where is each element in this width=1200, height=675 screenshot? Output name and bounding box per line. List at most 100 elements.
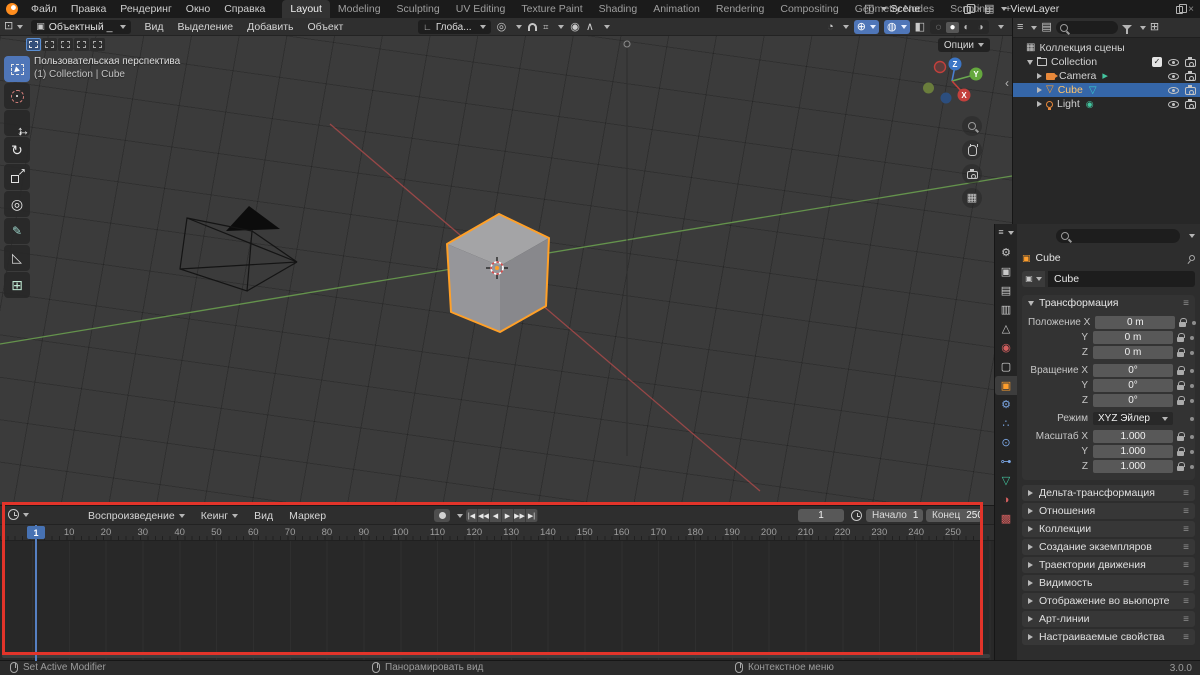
nav-camera-view-button[interactable] [962, 164, 982, 184]
close-icon[interactable]: × [1188, 4, 1194, 15]
outliner-row-camera[interactable]: Camera▸ [1013, 69, 1200, 83]
proportional-editing-icon[interactable]: ◉ [570, 22, 580, 33]
panel-relations[interactable]: Отношения≡ [1022, 503, 1195, 519]
tool-measure[interactable] [4, 245, 30, 271]
nav-zoom-button[interactable] [962, 116, 982, 136]
transform-panel-header[interactable]: Трансформация ≡ [1022, 295, 1195, 311]
camera-object[interactable] [180, 206, 297, 291]
disclosure-icon[interactable] [1027, 60, 1033, 65]
panel-visibility[interactable]: Видимость≡ [1022, 575, 1195, 591]
editor-type-button[interactable]: ⊡ [0, 18, 27, 36]
lock-icon[interactable] [1177, 352, 1184, 357]
timeline-menu-view[interactable]: Вид [246, 510, 281, 522]
properties-search[interactable] [1056, 229, 1180, 243]
xray-toggle-icon[interactable]: ◧ [915, 22, 925, 33]
select-mode-set[interactable] [26, 38, 41, 51]
drag-handle-icon[interactable]: ≡ [1183, 596, 1189, 607]
nav-ortho-grid-button[interactable]: ▦ [962, 188, 982, 208]
pivot-point-icon[interactable]: ◎ [497, 22, 507, 33]
frame-end-field[interactable]: Конец 250 [926, 509, 982, 522]
play-button[interactable]: ▶ [502, 509, 514, 522]
tab-layout[interactable]: Layout [282, 0, 330, 18]
property-field-rotation-y[interactable]: 0° [1093, 379, 1173, 392]
checkbox-control[interactable] [1152, 57, 1162, 67]
drag-handle-icon[interactable]: ≡ [1183, 506, 1189, 517]
eye-icon[interactable] [1168, 59, 1179, 66]
shading-rendered-icon[interactable]: ◑ [974, 22, 987, 33]
blender-logo-icon[interactable] [6, 3, 18, 15]
menu-select[interactable]: Выделение [170, 21, 240, 33]
cube-object[interactable] [447, 214, 549, 332]
tool-select-box[interactable] [4, 56, 30, 82]
menu-object[interactable]: Объект [301, 21, 351, 33]
disclosure-icon[interactable] [1037, 101, 1042, 107]
snap-magnet-icon[interactable] [528, 23, 537, 31]
animate-dot-icon[interactable] [1190, 336, 1194, 340]
tab-rendering[interactable]: Rendering [708, 0, 772, 18]
eye-icon[interactable] [1168, 87, 1179, 94]
properties-tab-texture[interactable]: ▩ [995, 509, 1017, 528]
tab-sculpting[interactable]: Sculpting [389, 0, 448, 18]
drag-handle-icon[interactable]: ≡ [1183, 298, 1189, 309]
eye-control[interactable] [1168, 59, 1179, 66]
select-mode-intersect[interactable] [90, 38, 105, 51]
new-scene-icon[interactable] [964, 6, 971, 14]
orientation-dropdown[interactable]: ∟ Глоба... [418, 20, 491, 34]
outliner-row-collection[interactable]: Collection [1013, 55, 1200, 69]
animate-dot-icon[interactable] [1190, 450, 1194, 454]
jump-start-button[interactable]: |◀ [466, 509, 478, 522]
viewport-3d[interactable]: Пользовательская перспектива (1) Collect… [0, 36, 1012, 505]
play-reverse-button[interactable]: ◀ [490, 509, 502, 522]
property-field-scale-y[interactable]: 1.000 [1093, 445, 1173, 458]
property-field-location-x[interactable]: 0 m [1095, 316, 1175, 329]
property-field-rotation-x[interactable]: 0° [1093, 364, 1173, 377]
drag-handle-icon[interactable]: ≡ [1183, 578, 1189, 589]
outliner-search[interactable] [1056, 21, 1118, 34]
tab-shading[interactable]: Shading [591, 0, 646, 18]
animate-dot-icon[interactable] [1190, 384, 1194, 388]
panel-delta-transform[interactable]: Дельта-трансформация≡ [1022, 485, 1195, 501]
select-mode-subtract[interactable] [58, 38, 73, 51]
navigation-gizmo[interactable]: Z Y X [922, 52, 988, 116]
options-dropdown[interactable]: Опции [938, 38, 990, 52]
show-gizmo-toggle[interactable]: ⊕ [854, 20, 879, 34]
property-field-rotation-z[interactable]: 0° [1093, 394, 1173, 407]
animate-dot-icon[interactable] [1190, 435, 1194, 439]
drag-handle-icon[interactable]: ≡ [1183, 560, 1189, 571]
menu-window[interactable]: Окно [179, 0, 217, 18]
animate-dot-icon[interactable] [1190, 369, 1194, 373]
chevron-down-icon[interactable] [1189, 234, 1195, 238]
panel-collections[interactable]: Коллекции≡ [1022, 521, 1195, 537]
show-overlays-toggle[interactable]: ◍ [884, 20, 910, 34]
property-field-location-y[interactable]: 0 m [1093, 331, 1173, 344]
stopwatch-icon[interactable] [851, 510, 862, 521]
outliner-editor-icon[interactable]: ≡ [1017, 22, 1023, 33]
select-mode-extend[interactable] [42, 38, 57, 51]
animate-dot-icon[interactable] [1190, 351, 1194, 355]
view-layer-selector[interactable]: ▤ ViewLayer × [984, 1, 1194, 17]
drag-handle-icon[interactable]: ≡ [1183, 524, 1189, 535]
snap-target-icon[interactable]: ⌗ [543, 23, 548, 32]
chevron-down-icon[interactable] [457, 514, 463, 518]
lock-icon[interactable] [1177, 466, 1184, 471]
drag-handle-icon[interactable]: ≡ [1183, 542, 1189, 553]
sidebar-toggle-icon[interactable]: ‹ [1005, 76, 1009, 90]
filter-icon[interactable] [1122, 25, 1132, 30]
menu-file[interactable]: Файл [24, 0, 64, 18]
object-id-dropdown[interactable]: ▣ [1022, 271, 1045, 287]
tool-annotate[interactable] [4, 218, 30, 244]
lock-icon[interactable] [1177, 400, 1184, 405]
timeline-track-area[interactable] [0, 541, 994, 661]
gizmo-axis-y-neg[interactable] [923, 83, 934, 94]
disclosure-icon[interactable] [1037, 73, 1042, 79]
new-view-layer-icon[interactable] [1176, 6, 1183, 14]
outliner-row-scene-collection[interactable]: ▦Коллекция сцены [1013, 41, 1200, 55]
next-keyframe-button[interactable]: ▶▶ [514, 509, 526, 522]
property-field-scale-x[interactable]: 1.000 [1093, 430, 1173, 443]
gizmo-axis-x-neg[interactable] [935, 62, 946, 73]
checkbox-icon[interactable] [1152, 57, 1162, 67]
tab-compositing[interactable]: Compositing [772, 0, 846, 18]
playhead[interactable] [35, 525, 37, 661]
auto-keying-record-button[interactable] [434, 509, 450, 522]
falloff-icon[interactable]: ∧ [586, 22, 594, 33]
